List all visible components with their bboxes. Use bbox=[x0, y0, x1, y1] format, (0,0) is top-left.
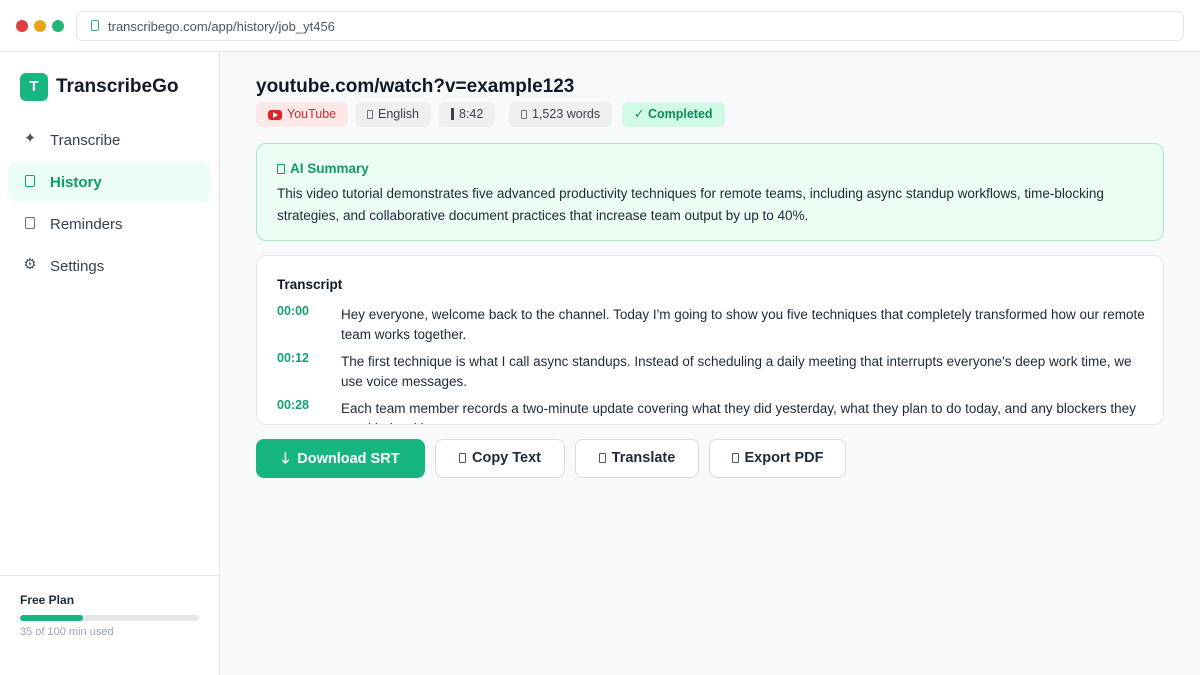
copy-text-label: Copy Text bbox=[471, 450, 542, 466]
segment-timestamp[interactable]: 00:12 bbox=[277, 351, 309, 365]
pdf-icon bbox=[731, 453, 739, 463]
transcript-panel[interactable]: Transcript 00:00 Hey everyone, welcome b… bbox=[256, 255, 1164, 425]
history-icon bbox=[25, 175, 35, 187]
usage-progress-fill bbox=[20, 615, 83, 621]
duration-badge-label: 8:42 bbox=[459, 107, 484, 121]
plan-usage-panel: Free Plan 35 of 100 min used bbox=[0, 575, 219, 675]
source-badge: YouTube bbox=[256, 102, 349, 127]
copy-icon bbox=[458, 453, 466, 463]
segment-text: The first technique is what I call async… bbox=[341, 354, 1132, 389]
browser-chrome: transcribego.com/app/history/job_yt456 bbox=[0, 0, 1200, 52]
usage-progress-bar bbox=[20, 615, 199, 621]
segment-timestamp[interactable]: 00:00 bbox=[277, 304, 309, 318]
sidebar-item-label: Settings bbox=[50, 258, 105, 275]
address-bar-url: transcribego.com/app/history/job_yt456 bbox=[108, 19, 335, 34]
status-badge: ✓ Completed bbox=[622, 102, 725, 127]
download-icon: 🡓 bbox=[281, 450, 290, 467]
youtube-icon bbox=[268, 110, 282, 120]
word-count-badge: 1,523 words bbox=[509, 102, 613, 127]
sidebar-item-settings[interactable]: ⚙ Settings bbox=[8, 246, 211, 286]
ai-summary-heading-label: AI Summary bbox=[290, 161, 369, 176]
gear-icon: ⚙ bbox=[23, 256, 37, 273]
page-title: youtube.com/watch?v=example123 bbox=[256, 76, 575, 97]
ai-summary-card: AI Summary This video tutorial demonstra… bbox=[256, 143, 1164, 241]
maximize-window-button[interactable] bbox=[52, 20, 64, 32]
app-brand-name: TranscribeGo bbox=[56, 76, 179, 97]
translate-button[interactable]: Translate bbox=[575, 439, 699, 478]
sidebar: T TranscribeGo ✦ Transcribe History Remi… bbox=[0, 52, 220, 675]
app-logo: T bbox=[20, 73, 48, 101]
close-window-button[interactable] bbox=[16, 20, 28, 32]
document-icon bbox=[521, 110, 527, 119]
segment-text: Hey everyone, welcome back to the channe… bbox=[341, 307, 1145, 342]
copy-text-button[interactable]: Copy Text bbox=[435, 439, 565, 478]
globe-icon bbox=[367, 110, 373, 119]
ai-summary-text: This video tutorial demonstrates five ad… bbox=[277, 186, 1104, 223]
ai-summary-heading: AI Summary bbox=[277, 161, 369, 176]
clock-icon bbox=[451, 108, 454, 120]
sidebar-item-label: Transcribe bbox=[50, 132, 121, 149]
export-pdf-label: Export PDF bbox=[744, 450, 824, 466]
sidebar-item-transcribe[interactable]: ✦ Transcribe bbox=[8, 120, 211, 160]
sidebar-item-history[interactable]: History bbox=[8, 162, 211, 202]
sparkle-icon: ✦ bbox=[23, 130, 37, 147]
sidebar-item-label: History bbox=[50, 174, 102, 191]
duration-badge: 8:42 bbox=[439, 102, 496, 127]
lock-icon bbox=[91, 20, 99, 31]
minimize-window-button[interactable] bbox=[34, 20, 46, 32]
language-badge: English bbox=[355, 102, 431, 127]
translate-label: Translate bbox=[611, 450, 676, 466]
download-srt-label: Download SRT bbox=[297, 451, 400, 467]
export-pdf-button[interactable]: Export PDF bbox=[709, 439, 846, 478]
bell-icon bbox=[25, 217, 35, 229]
sidebar-item-reminders[interactable]: Reminders bbox=[8, 204, 211, 244]
word-count-badge-label: 1,523 words bbox=[532, 107, 601, 121]
language-badge-label: English bbox=[378, 107, 419, 121]
translate-icon bbox=[598, 453, 606, 463]
transcript-heading: Transcript bbox=[277, 277, 343, 292]
sidebar-item-label: Reminders bbox=[50, 216, 123, 233]
source-badge-label: YouTube bbox=[287, 107, 337, 121]
sparkle-icon bbox=[277, 164, 285, 174]
segment-timestamp[interactable]: 00:28 bbox=[277, 398, 309, 412]
plan-usage-text: 35 of 100 min used bbox=[20, 626, 114, 638]
plan-title: Free Plan bbox=[20, 593, 75, 607]
segment-text: Each team member records a two-minute up… bbox=[341, 401, 1136, 424]
address-bar[interactable]: transcribego.com/app/history/job_yt456 bbox=[76, 11, 1184, 41]
download-srt-button[interactable]: 🡓 Download SRT bbox=[256, 439, 425, 478]
